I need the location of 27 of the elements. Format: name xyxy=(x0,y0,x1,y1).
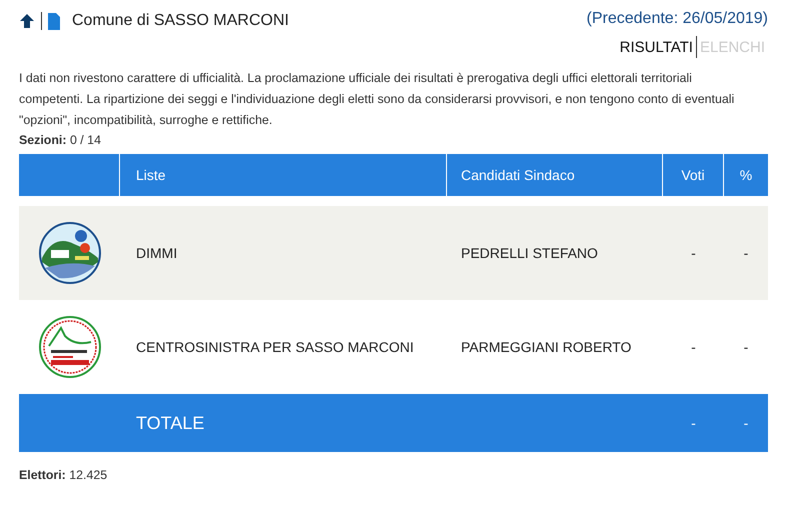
total-percent: - xyxy=(742,414,750,433)
total-votes: - xyxy=(690,414,697,433)
candidate-name: PEDRELLI STEFANO xyxy=(460,244,599,263)
party-logo-icon xyxy=(38,222,100,284)
column-header: Voti xyxy=(663,154,724,196)
column-header: % xyxy=(738,166,754,185)
sections-value: 0 / 14 xyxy=(70,133,101,147)
disclaimer-text: I dati non rivestono carattere di ufficialità. La proclamazione ufficiale dei risultati è prerogativa degli uffici elettorali territoriali competenti. La ripartizione dei seggi e l'individuazione degli eletti sono da considerarsi provvisori, e non tengono conto di eventuali "opzioni", incompatibilità, surroghe e rettifiche. xyxy=(19,70,736,129)
tab[interactable]: RISULTATI xyxy=(616,38,696,56)
municipality-title: Comune di SASSO MARCONI xyxy=(72,12,289,30)
percent-cell-text: - xyxy=(742,244,750,263)
document-icon[interactable] xyxy=(48,12,60,30)
percent-cell-text: - xyxy=(742,338,750,357)
total-label: TOTALE xyxy=(135,412,206,434)
column-header: Liste xyxy=(120,154,447,196)
list-name: CENTROSINISTRA PER SASSO MARCONI xyxy=(135,338,415,357)
sections-label: Sezioni: xyxy=(19,133,66,147)
previous-election-link[interactable]: (Precedente: 26/05/2019) xyxy=(586,10,768,28)
column-header: Candidati Sindaco xyxy=(447,154,663,196)
party-logo-icon xyxy=(38,316,100,378)
votes-cell-text: - xyxy=(690,244,697,263)
voters-label: Elettori: xyxy=(19,468,66,482)
candidate-name: PARMEGGIANI ROBERTO xyxy=(460,338,632,357)
voters-value: 12.425 xyxy=(69,468,108,482)
list-name: DIMMI xyxy=(135,244,178,263)
votes-cell-text: - xyxy=(690,338,697,357)
up-arrow-icon[interactable] xyxy=(19,13,35,29)
